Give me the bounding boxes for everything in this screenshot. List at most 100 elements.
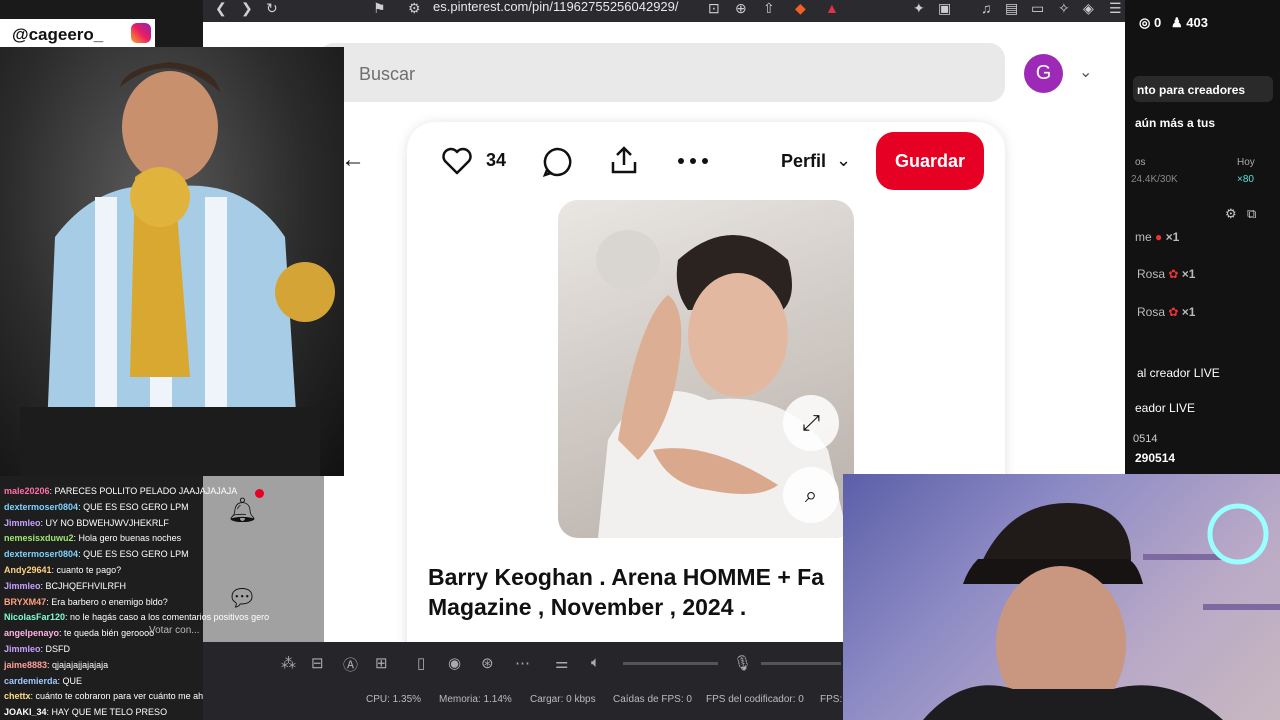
player-illustration	[20, 62, 335, 476]
forward-nav-icon[interactable]: ❯	[241, 0, 253, 16]
fps-stat: FPS:	[820, 694, 843, 705]
vpn-icon[interactable]: ◈	[1083, 0, 1094, 16]
chat-text: : QUE ES ESO GERO LPM	[78, 501, 189, 512]
webcam-feed	[843, 474, 1280, 720]
visual-search-icon[interactable]: ⌕	[783, 467, 839, 523]
save-button[interactable]: Guardar	[876, 132, 984, 190]
chat-username: dextermoser0804	[4, 549, 79, 560]
chat-message: nemesisxduwu2: Hola gero buenas noches	[4, 533, 181, 544]
more-icon[interactable]: ⋯	[515, 654, 530, 672]
extensions-icon[interactable]: ✦	[913, 0, 925, 16]
chat-text: : UY NO BDWEHJWVJHEKRLF	[40, 517, 169, 528]
media-icon[interactable]: ♫	[981, 0, 992, 16]
chat-message: BRYXM47: Era barbero o enemigo bldo?	[4, 597, 168, 608]
sidebar-icon[interactable]: ▤	[1005, 0, 1018, 16]
board-selector[interactable]: Perfil	[781, 151, 826, 172]
search-input[interactable]	[318, 43, 1005, 102]
chat-text: : HAY QUE ME TELO PRESO	[46, 707, 168, 718]
heart-icon[interactable]	[441, 146, 473, 176]
handle-text: @cageero_	[12, 25, 104, 44]
chat-text: : cuanto te pago?	[51, 565, 122, 575]
microphone-icon[interactable]: 🎙︎	[733, 654, 752, 672]
share-icon[interactable]	[609, 144, 639, 176]
fps-drop-stat: Caídas de FPS: 0	[613, 694, 692, 705]
chat-message: JOAKI_34: HAY QUE ME TELO PRESO	[4, 707, 167, 718]
volume-slider[interactable]	[623, 662, 718, 665]
back-nav-icon[interactable]: ❮	[215, 0, 227, 16]
brave-shield-icon[interactable]: ◆	[795, 0, 806, 16]
chat-username: chettx	[4, 691, 31, 702]
rose-icon: ✿	[1168, 305, 1179, 319]
chevron-down-icon[interactable]: ⌄	[836, 150, 851, 171]
pin-image[interactable]: ⤢ ⌕	[558, 200, 854, 538]
more-options-icon[interactable]	[677, 156, 709, 166]
overlay-image	[0, 47, 344, 476]
target-icon[interactable]: ⊛	[481, 654, 494, 672]
stat-label: os	[1135, 157, 1146, 168]
browser-toolbar: ❮ ❯ ↻ ⚑ ⚙ es.pinterest.com/pin/119627552…	[203, 0, 1140, 22]
chat-text: : QUE	[57, 675, 83, 686]
record-icon[interactable]: ◉	[448, 654, 461, 672]
chat-text: : qjajajajjajajaja	[47, 659, 109, 670]
chat-username: Andy29641	[4, 565, 52, 575]
expand-icon[interactable]: ⤢	[783, 395, 839, 451]
mic-slider[interactable]	[761, 662, 841, 665]
messages-icon[interactable]: 💬︎	[227, 584, 257, 613]
layout-icon[interactable]: ⊞	[375, 654, 388, 672]
phone-icon[interactable]: ▯	[417, 654, 425, 672]
leo-icon[interactable]: ✧	[1058, 0, 1070, 16]
chat-text: : te queda bién geroooo	[59, 628, 155, 639]
chat-username: jaime8883	[4, 659, 48, 670]
search-placeholder: Buscar	[359, 64, 416, 84]
speaker-icon[interactable]: 🔈︎	[591, 654, 600, 671]
rose-icon: ✿	[1168, 267, 1179, 281]
chat-message: chettx: cuánto te cobraron para ver cuán…	[4, 691, 219, 702]
caption-icon[interactable]: ⊟	[311, 654, 324, 672]
chat-username: Jimmleo	[4, 580, 41, 591]
reach-text: aún más a tus	[1135, 116, 1216, 130]
chat-username: Jimmleo	[4, 644, 41, 654]
social-handle-overlay: @cageero_	[0, 19, 155, 47]
notifications-icon[interactable]: 🔔︎	[227, 496, 257, 525]
zoom-icon[interactable]: ⊕	[735, 0, 747, 16]
install-icon[interactable]: ⊡	[708, 0, 720, 16]
menu-icon[interactable]: ☰	[1109, 0, 1122, 16]
settings-icon[interactable]: ⚙	[1225, 206, 1237, 222]
screenshot-icon[interactable]: ▣	[938, 0, 951, 16]
share-icon[interactable]: ⇧	[763, 0, 775, 16]
encoder-stat: FPS del codificador: 0	[706, 694, 804, 705]
avatar[interactable]: G	[1024, 54, 1063, 93]
reload-icon[interactable]: ↻	[266, 0, 278, 16]
stat-multiplier: ×80	[1237, 174, 1254, 185]
bookmark-icon[interactable]: ⚑	[373, 0, 386, 16]
chat-text: : DSFD	[40, 644, 71, 654]
url-field[interactable]: es.pinterest.com/pin/11962755256042929/	[433, 0, 679, 14]
live-creator-text: eador LIVE	[1135, 401, 1196, 415]
chat-username: dextermoser0804	[4, 501, 79, 512]
instagram-icon	[131, 23, 151, 43]
magic-icon[interactable]: ⁂	[281, 654, 296, 672]
chat-username: cardemierda	[4, 675, 58, 686]
comment-icon[interactable]	[542, 146, 574, 178]
chat-username: male20206	[4, 486, 50, 496]
side-menu: 🔔︎ 💬︎ Votar con...	[149, 476, 324, 642]
popout-icon[interactable]: ⧉	[1247, 206, 1256, 222]
streamer-illustration	[923, 503, 1280, 720]
chat-username: NicolasFar120	[4, 612, 66, 623]
chat-message: Jimmleo: DSFD	[4, 644, 70, 655]
site-info-icon[interactable]: ⚙	[408, 0, 421, 16]
chat-message: cardemierda: QUE	[4, 676, 82, 687]
back-arrow-icon[interactable]: ←	[341, 146, 365, 174]
chat-message: dextermoser0804: QUE ES ESO GERO LPM	[4, 502, 189, 513]
gift-row: me ● ×1	[1135, 230, 1180, 244]
rewards-icon[interactable]: ▲	[825, 0, 839, 16]
chat-username: nemesisxduwu2	[4, 533, 74, 544]
chat-message: Jimmleo: BCJHQEFHVILRFH	[4, 581, 126, 592]
chevron-down-icon[interactable]: ⌄	[1079, 62, 1092, 82]
ai-icon[interactable]: Ⓐ	[343, 654, 358, 675]
wallet-icon[interactable]: ▭	[1031, 0, 1044, 16]
mixer-icon[interactable]: ⚌	[555, 654, 568, 672]
load-stat: Cargar: 0 kbps	[530, 694, 596, 705]
like-count: 34	[486, 150, 507, 170]
chat-message: jaime8883: qjajajajjajajaja	[4, 660, 108, 671]
